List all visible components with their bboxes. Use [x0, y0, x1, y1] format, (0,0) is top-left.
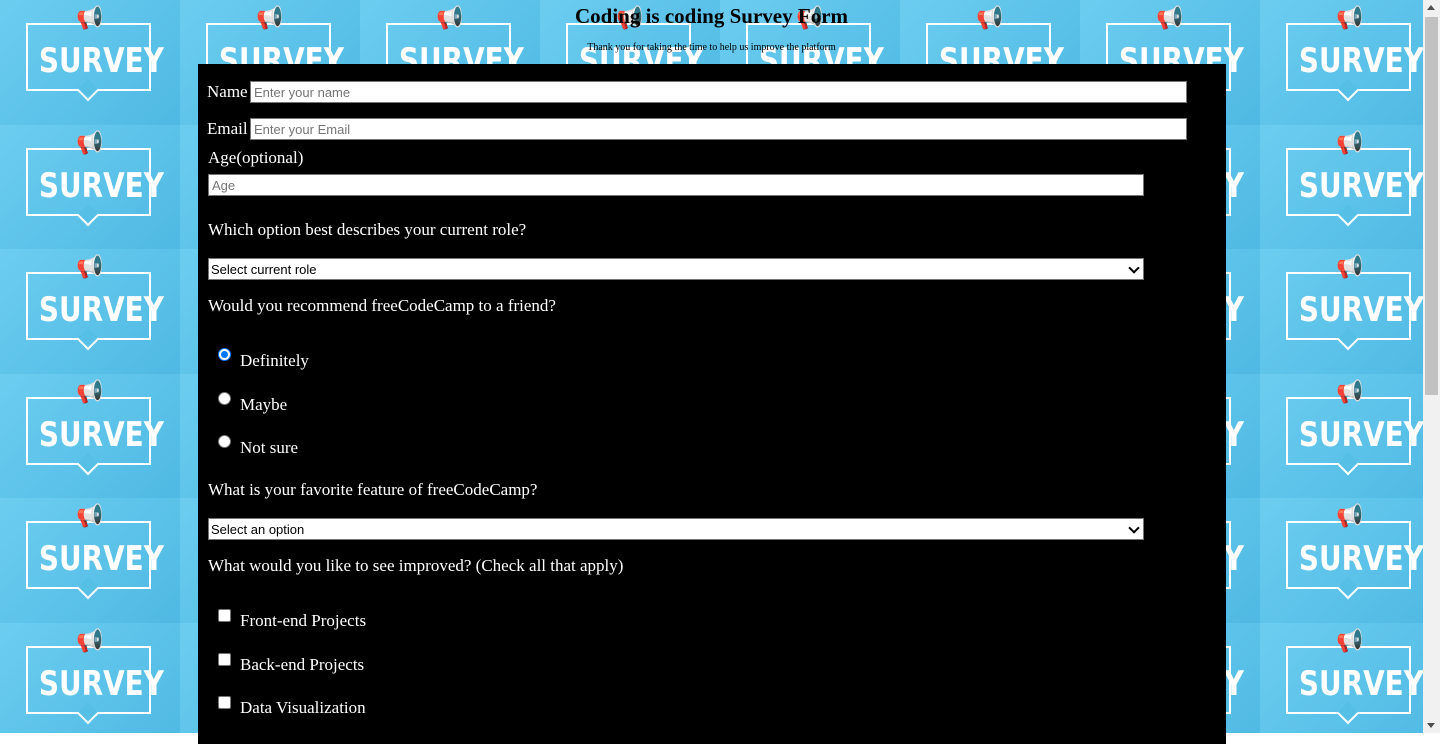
- survey-card: SURVEY: [26, 521, 164, 589]
- survey-tile-word: SURVEY: [38, 290, 164, 330]
- survey-tile-word: SURVEY: [38, 539, 164, 579]
- megaphone-icon: 📢: [76, 379, 104, 405]
- survey-tile-word: SURVEY: [38, 165, 164, 206]
- survey-tile: SURVEY 📢: [1260, 373, 1423, 499]
- checkbox-data-visualization-label: Data Visualization: [240, 698, 366, 717]
- survey-card: SURVEY: [26, 645, 164, 714]
- survey-tile: SURVEY 📢: [1260, 498, 1423, 623]
- feature-select-value: Select an option: [211, 522, 305, 537]
- recommend-question: Would you recommend freeCodeCamp to a fr…: [208, 296, 556, 315]
- scroll-thumb[interactable]: [1425, 17, 1438, 395]
- survey-card: SURVEY: [1286, 645, 1423, 714]
- checkbox-back-end-label: Back-end Projects: [240, 655, 365, 674]
- radio-maybe[interactable]: [218, 392, 231, 405]
- scroll-up-arrow-icon[interactable]: [1427, 5, 1435, 10]
- survey-tile: SURVEY 📢: [0, 124, 180, 250]
- survey-tile-word: SURVEY: [1298, 290, 1423, 330]
- email-input[interactable]: [250, 118, 1187, 140]
- survey-tile: SURVEY 📢: [0, 373, 180, 499]
- megaphone-icon: 📢: [76, 628, 104, 654]
- survey-tile: SURVEY 📢: [1260, 249, 1423, 374]
- survey-tile: SURVEY 📢: [0, 249, 180, 374]
- survey-card: SURVEY: [26, 272, 164, 340]
- survey-tile-word: SURVEY: [38, 663, 164, 704]
- survey-tile: SURVEY 📢: [0, 622, 180, 733]
- role-select-value: Select current role: [211, 262, 317, 277]
- survey-card: SURVEY: [26, 147, 164, 216]
- radio-maybe-label: Maybe: [240, 395, 288, 414]
- chevron-down-icon: [1128, 262, 1140, 274]
- radio-definitely[interactable]: [218, 348, 231, 361]
- survey-tile-word: SURVEY: [1298, 539, 1423, 579]
- survey-card: SURVEY: [26, 396, 164, 465]
- checkbox-back-end[interactable]: [218, 653, 231, 666]
- survey-tile: SURVEY 📢: [0, 498, 180, 623]
- survey-card: SURVEY: [1286, 396, 1423, 465]
- page-subtitle: Thank you for taking the time to help us…: [587, 42, 836, 53]
- megaphone-icon: 📢: [76, 504, 104, 529]
- improve-question: What would you like to see improved? (Ch…: [208, 556, 624, 575]
- megaphone-icon: 📢: [1336, 130, 1364, 156]
- megaphone-icon: 📢: [76, 130, 104, 156]
- megaphone-icon: 📢: [1336, 504, 1364, 529]
- scrollbar[interactable]: [1423, 0, 1440, 733]
- checkbox-front-end[interactable]: [218, 609, 231, 622]
- email-label: Email: [207, 119, 248, 138]
- page-title: Coding is coding Survey Form: [574, 4, 849, 28]
- megaphone-icon: 📢: [76, 255, 104, 280]
- survey-tile-word: SURVEY: [1298, 663, 1423, 704]
- survey-card: SURVEY: [1286, 272, 1423, 340]
- checkbox-data-visualization[interactable]: [218, 696, 231, 709]
- survey-tile: SURVEY 📢: [1260, 124, 1423, 250]
- role-select[interactable]: Select current role: [208, 258, 1144, 280]
- feature-select[interactable]: Select an option: [208, 518, 1144, 540]
- chevron-down-icon: [1128, 522, 1140, 534]
- survey-card: SURVEY: [1286, 23, 1423, 91]
- scroll-down-arrow-icon[interactable]: [1427, 723, 1435, 728]
- survey-form: Name Email Age(optional) Which option be…: [198, 64, 1226, 744]
- megaphone-icon: 📢: [1336, 255, 1364, 280]
- radio-definitely-label: Definitely: [240, 351, 309, 370]
- age-label: Age(optional): [208, 148, 304, 167]
- feature-question: What is your favorite feature of freeCod…: [208, 480, 538, 499]
- checkbox-front-end-label: Front-end Projects: [240, 611, 367, 630]
- radio-not-sure-label: Not sure: [240, 438, 299, 457]
- name-label: Name: [207, 82, 248, 101]
- megaphone-icon: 📢: [1336, 628, 1364, 654]
- survey-card: SURVEY: [26, 23, 164, 91]
- survey-tile-word: SURVEY: [38, 414, 164, 455]
- name-input[interactable]: [250, 81, 1187, 103]
- survey-tile: SURVEY 📢: [1260, 622, 1423, 733]
- survey-tile-word: SURVEY: [1298, 165, 1423, 206]
- survey-tile-word: SURVEY: [1298, 414, 1423, 455]
- survey-card: SURVEY: [1286, 521, 1423, 589]
- survey-card: SURVEY: [1286, 147, 1423, 216]
- megaphone-icon: 📢: [1336, 379, 1364, 405]
- radio-not-sure[interactable]: [218, 435, 231, 448]
- role-question: Which option best describes your current…: [208, 220, 527, 239]
- age-input[interactable]: [208, 174, 1144, 196]
